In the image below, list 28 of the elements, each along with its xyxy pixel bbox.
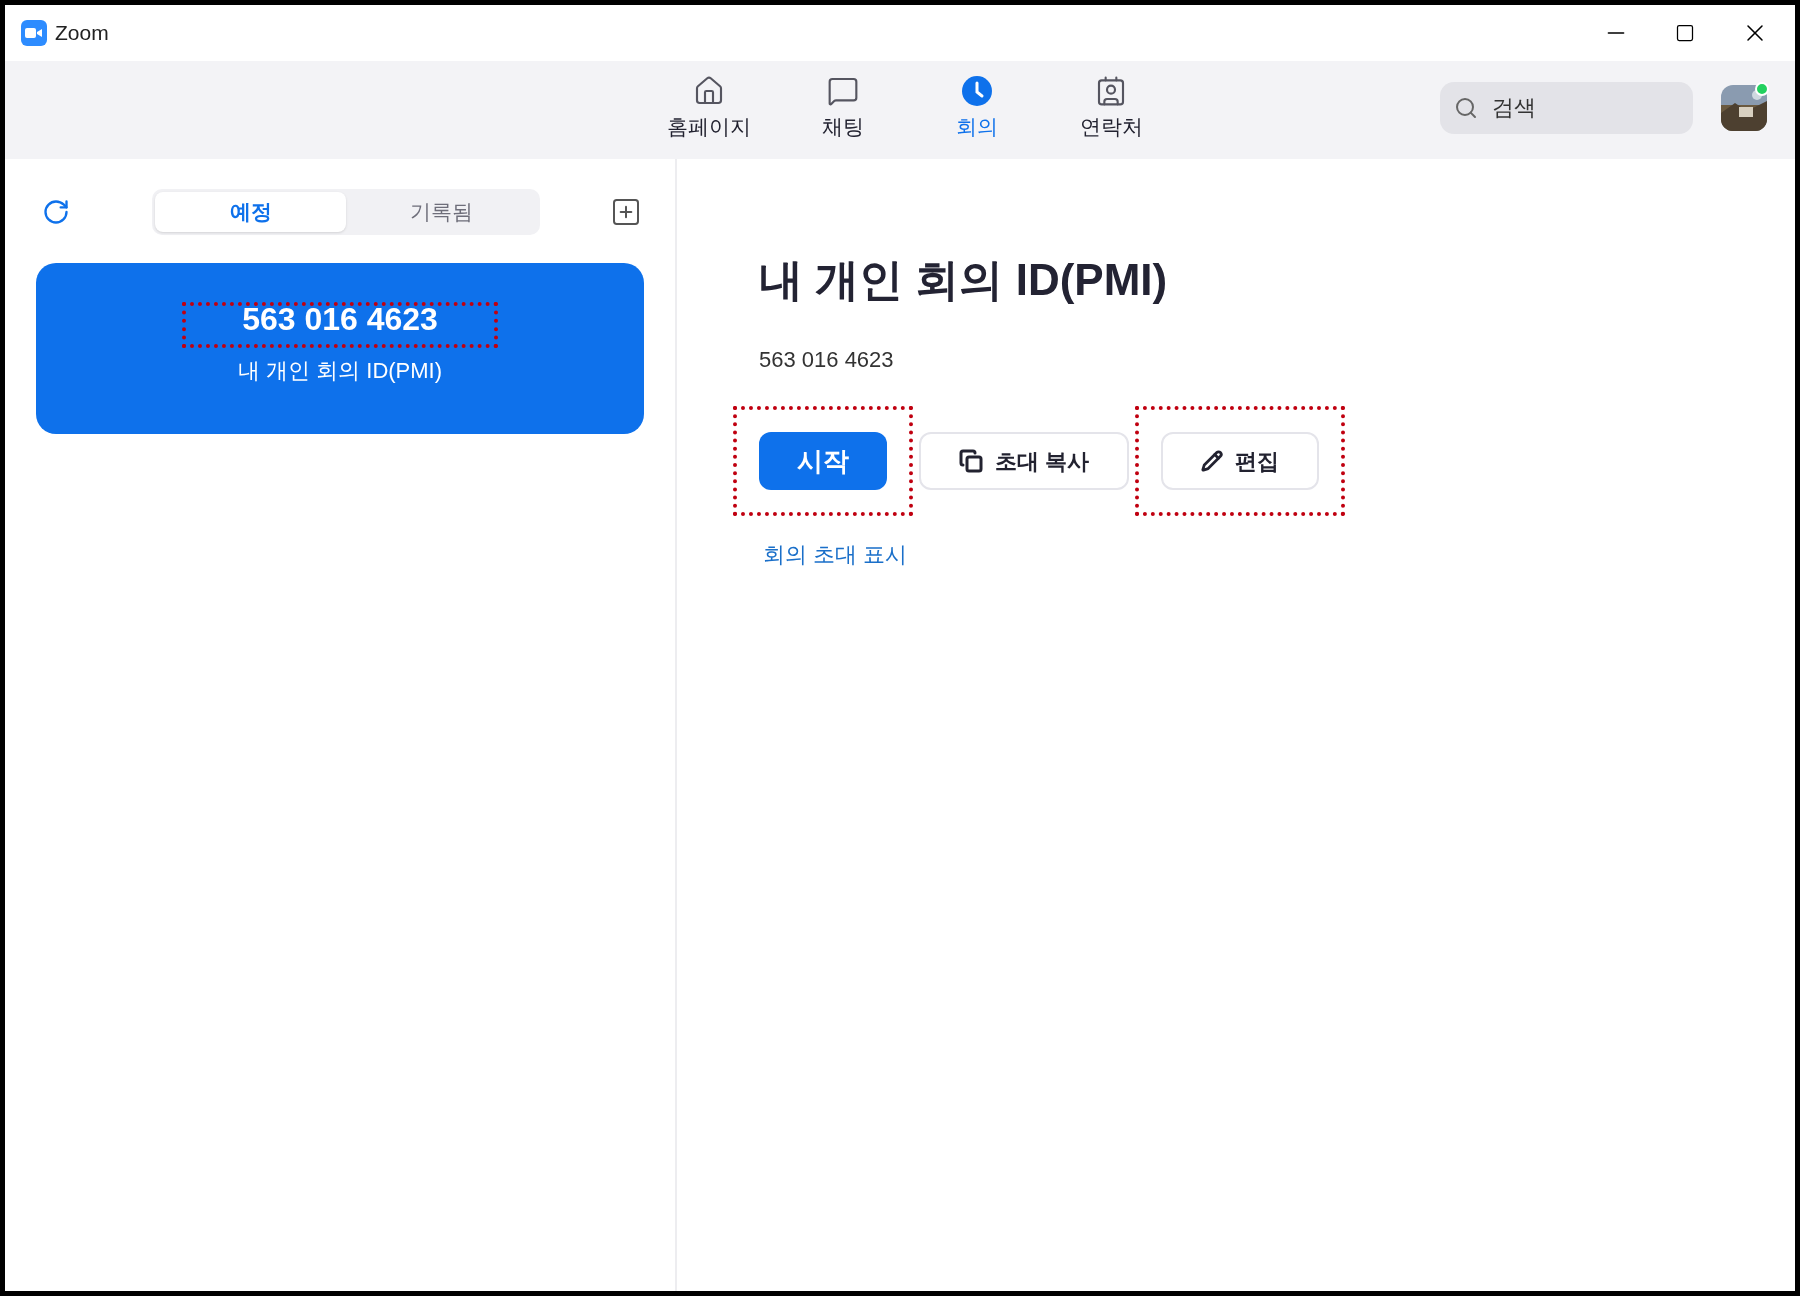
meeting-card[interactable]: 563 016 4623 내 개인 회의 ID(PMI) [36,263,644,434]
window-title: Zoom [55,20,109,47]
maximize-icon[interactable] [1675,23,1695,43]
start-button[interactable]: 시작 [759,432,887,490]
contact-card-icon [1095,75,1127,107]
nav-tab[interactable]: 홈페이지 [642,75,776,143]
pencil-icon [1201,450,1224,472]
copy-icon [959,449,983,473]
edit-button[interactable]: 편집 [1161,432,1320,490]
meeting-id: 563 016 4623 [759,346,895,374]
refresh-icon[interactable] [42,198,70,226]
nav-tab[interactable]: 연락처 [1044,75,1178,143]
segment-tab[interactable]: 예정 [155,192,346,232]
app-logo-icon [21,20,47,46]
copy-invite-button[interactable]: 초대 복사 [919,432,1130,490]
segment-tab[interactable]: 기록됨 [346,192,537,232]
add-icon[interactable] [610,196,642,228]
nav-tab[interactable]: 채팅 [776,75,910,143]
meeting-name: 내 개인 회의 ID(PMI) [237,357,443,385]
search-field[interactable]: 검색 [1440,82,1693,134]
chat-bubble-icon [827,75,859,107]
meeting-number: 563 016 4623 [242,300,438,339]
nav-tab[interactable]: 회의 [910,75,1044,143]
search-icon [1454,96,1478,120]
meeting-title: 내 개인 회의 ID(PMI) [759,254,1169,306]
show-invitation-link[interactable]: 회의 초대 표시 [763,538,908,571]
house-icon [693,75,725,107]
clock-icon [961,75,993,107]
